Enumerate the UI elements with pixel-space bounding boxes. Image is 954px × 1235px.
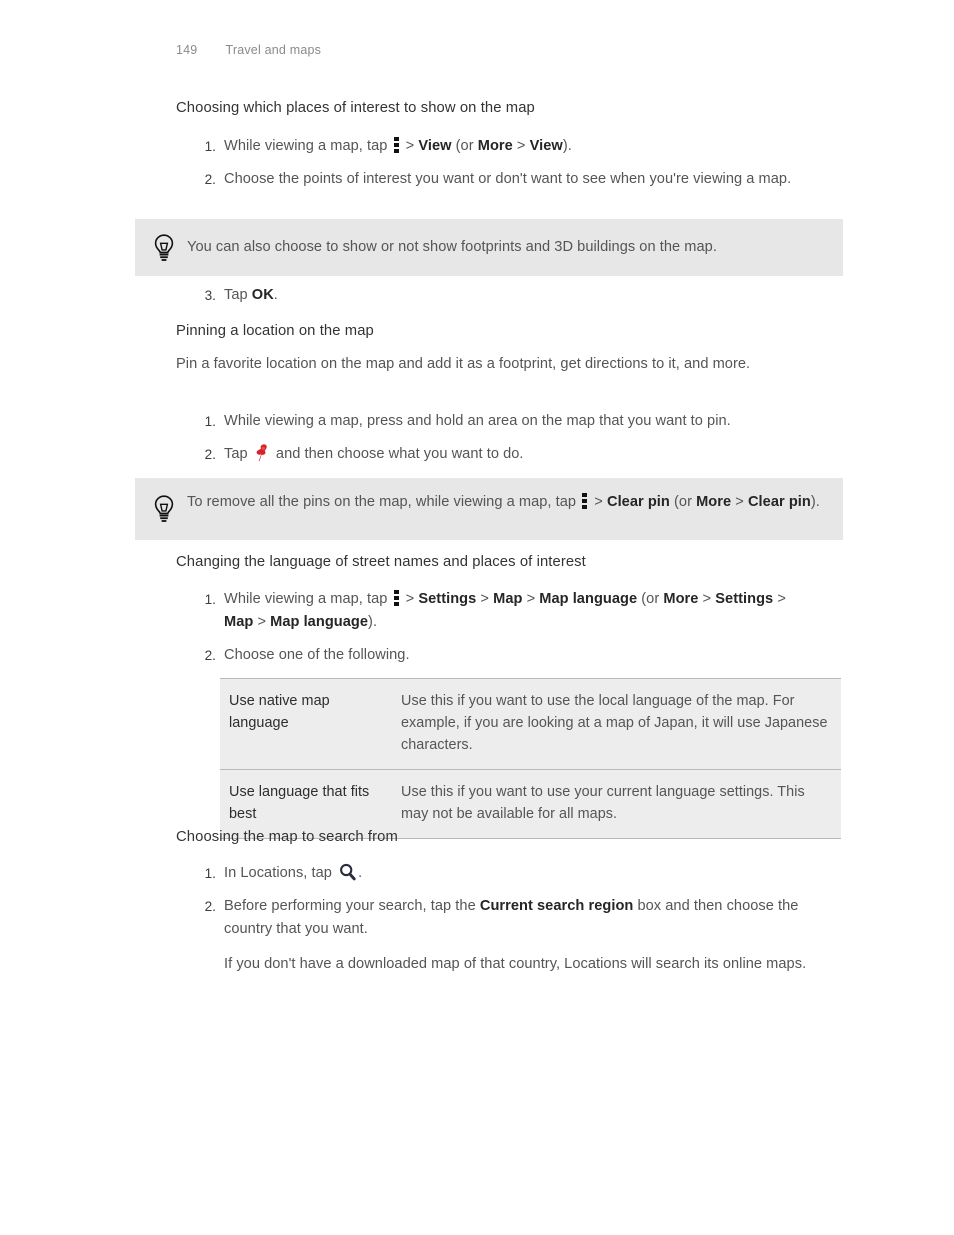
map-pin-icon <box>256 444 267 462</box>
map-language-options-table: Use native map language Use this if you … <box>220 678 841 839</box>
steps-choosing-map-search: 1. In Locations, tap . 2. Before performin… <box>196 862 836 976</box>
heading-pinning-location: Pinning a location on the map <box>176 323 374 339</box>
list-marker: 1. <box>204 866 216 881</box>
list-marker: 3. <box>204 288 216 303</box>
list-item: 1. In Locations, tap . <box>196 862 836 885</box>
option-description: Use this if you want to use your current… <box>391 769 841 839</box>
list-item: 2. Tap and then choose what you want to d… <box>196 443 856 466</box>
step-text: While viewing a map, press and hold an a… <box>224 413 731 429</box>
lightbulb-icon <box>154 234 174 261</box>
page-number: 149 <box>176 43 198 57</box>
list-item: 2. Before performing your search, tap the… <box>196 895 824 976</box>
list-marker: 2. <box>204 447 216 462</box>
document-page: 149 Travel and maps Choosing which places… <box>0 0 954 1235</box>
option-description: Use this if you want to use the local la… <box>391 678 841 770</box>
steps-choosing-places: 1. While viewing a map, tap > View (or Mo… <box>196 135 846 191</box>
list-item: 1. While viewing a map, tap > View (or Mo… <box>196 135 846 158</box>
overflow-menu-icon <box>393 137 399 153</box>
list-marker: 2. <box>204 899 216 914</box>
heading-choosing-map-search: Choosing the map to search from <box>176 829 398 845</box>
list-marker: 1. <box>204 139 216 154</box>
list-marker: 2. <box>204 172 216 187</box>
step-text: Choose one of the following. <box>224 647 410 663</box>
list-marker: 1. <box>204 414 216 429</box>
step-note: If you don't have a downloaded map of th… <box>224 956 807 972</box>
step-text: Before performing your search, tap the C… <box>224 898 799 937</box>
list-marker: 1. <box>204 592 216 607</box>
list-item: 1. While viewing a map, tap > Settings > … <box>196 588 796 634</box>
list-marker: 2. <box>204 648 216 663</box>
pinning-intro-paragraph: Pin a favorite location on the map and a… <box>176 356 751 372</box>
list-item: 3. Tap OK. <box>196 284 596 307</box>
option-term: Use native map language <box>220 678 391 770</box>
tip-box-clear-pin: To remove all the pins on the map, while… <box>135 478 843 540</box>
step-text: While viewing a map, tap > Settings > Ma… <box>224 590 786 630</box>
overflow-menu-icon <box>393 590 399 606</box>
search-icon <box>340 863 356 881</box>
table-row: Use native map language Use this if you … <box>220 678 841 770</box>
overflow-menu-icon <box>582 493 588 509</box>
heading-changing-language: Changing the language of street names an… <box>176 554 586 570</box>
list-item: 2. Choose the points of interest you want… <box>196 168 814 191</box>
list-item: 2. Choose one of the following. <box>196 644 796 667</box>
heading-choosing-places-of-interest: Choosing which places of interest to sho… <box>176 100 535 116</box>
step-text: While viewing a map, tap > View (or More… <box>224 137 572 154</box>
step-text: Tap OK. <box>224 287 278 303</box>
tip-box-footprints: You can also choose to show or not show … <box>135 219 843 276</box>
tip-text: To remove all the pins on the map, while… <box>187 493 820 510</box>
steps-pinning: 1. While viewing a map, press and hold an… <box>196 410 856 466</box>
list-item: 1. While viewing a map, press and hold an… <box>196 410 856 433</box>
step-text: Tap and then choose what you want to do. <box>224 444 524 462</box>
tip-text: You can also choose to show or not show … <box>187 239 717 255</box>
step-text: Choose the points of interest you want o… <box>224 171 792 187</box>
steps-changing-language: 1. While viewing a map, tap > Settings > … <box>196 588 796 667</box>
chapter-title: Travel and maps <box>225 43 322 57</box>
lightbulb-icon <box>154 495 174 522</box>
step-tap-ok: 3. Tap OK. <box>196 284 596 307</box>
step-text: In Locations, tap . <box>224 863 363 881</box>
running-header: 149 Travel and maps <box>176 43 321 57</box>
